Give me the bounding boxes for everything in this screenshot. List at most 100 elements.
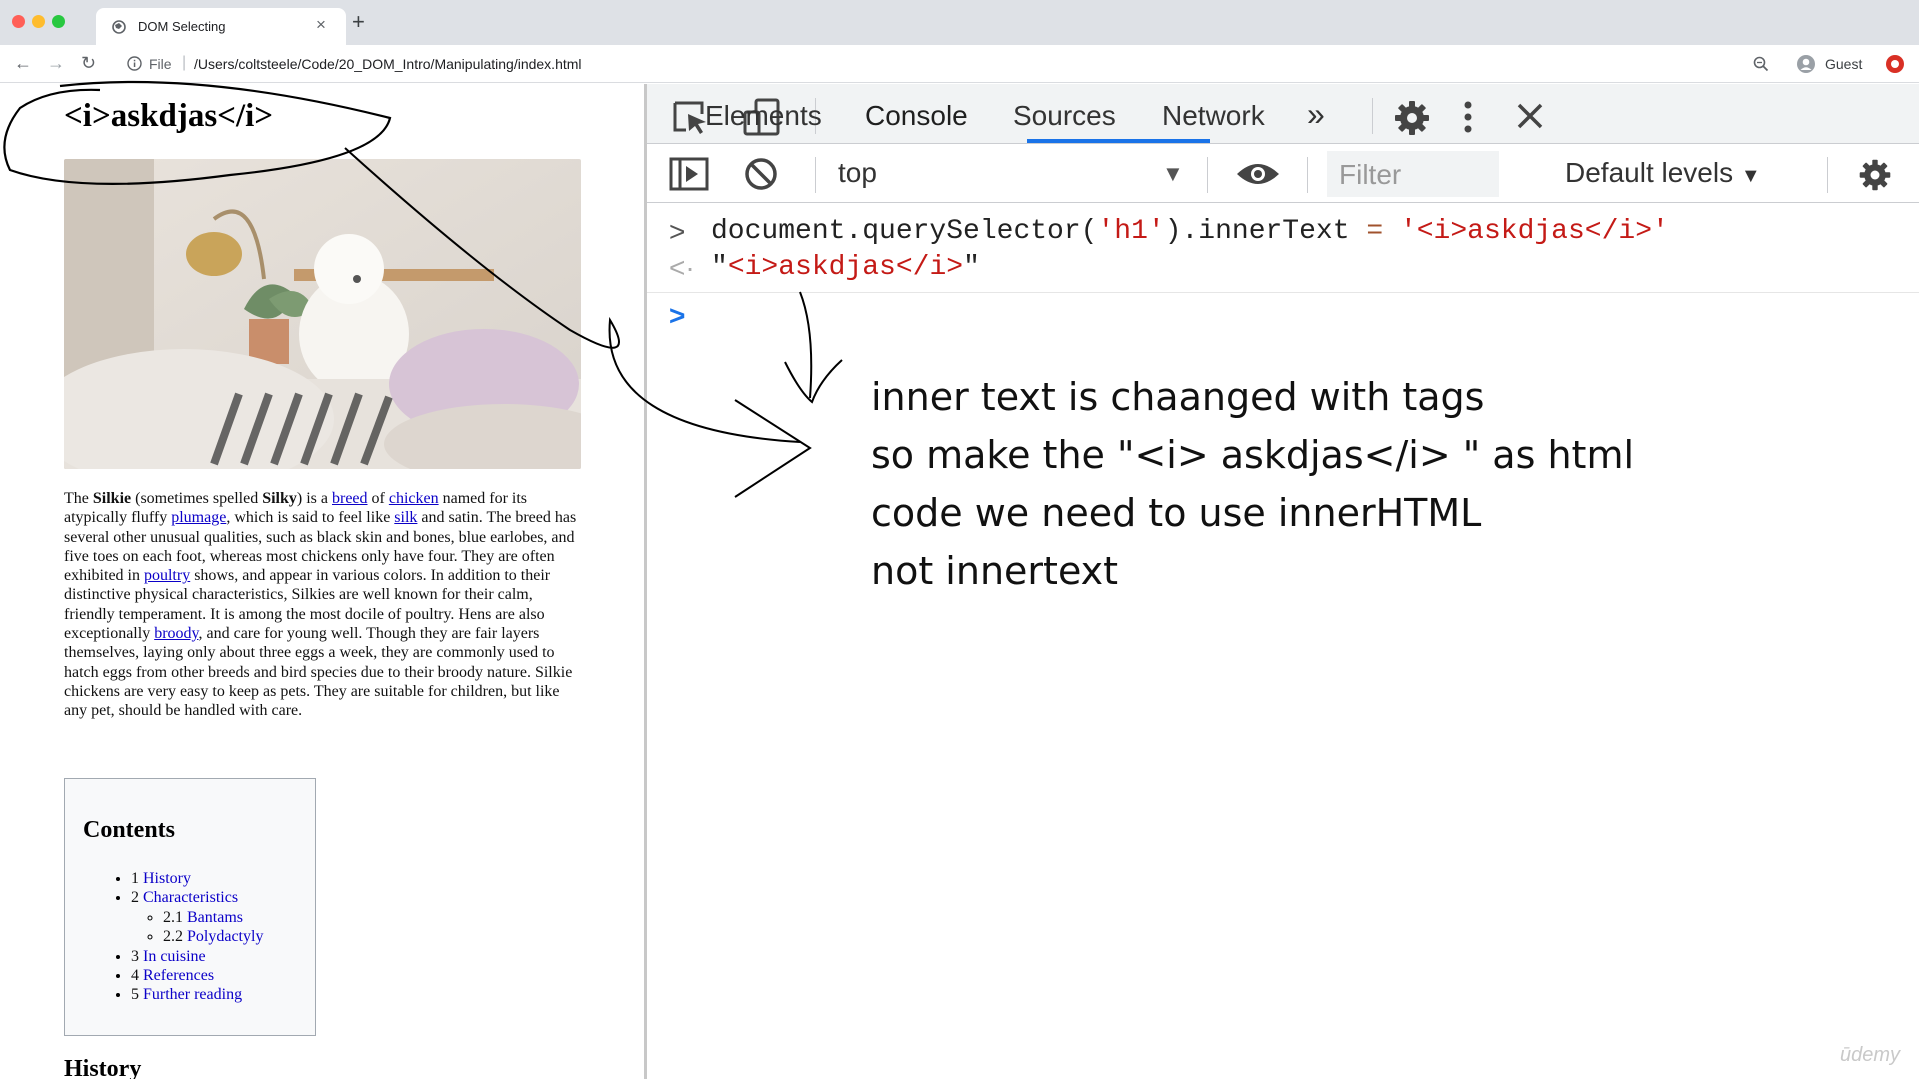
more-tabs-icon[interactable]: » — [1307, 96, 1325, 133]
toc-item[interactable]: 2.1 Bantams — [163, 908, 263, 927]
toc-item[interactable]: 4 References — [131, 966, 263, 985]
toolbar-divider — [1207, 157, 1208, 193]
tab-sources[interactable]: Sources — [1013, 100, 1116, 132]
code-string: 'h1' — [1097, 216, 1165, 247]
globe-icon — [112, 20, 126, 34]
console-settings-gear-icon[interactable] — [1857, 157, 1893, 193]
toc-link[interactable]: Characteristics — [143, 889, 238, 906]
toc-link[interactable]: Polydactyly — [187, 928, 263, 945]
close-window-button[interactable] — [12, 15, 25, 28]
tab-console[interactable]: Console — [865, 100, 968, 132]
tab-close-icon[interactable]: × — [316, 15, 326, 35]
link-chicken[interactable]: chicken — [389, 490, 439, 507]
caret-down-icon: ▼ — [1740, 165, 1761, 187]
new-tab-button[interactable]: + — [352, 10, 365, 34]
toc-number: 3 — [131, 947, 139, 965]
settings-gear-icon[interactable] — [1392, 98, 1432, 138]
web-page: <i>askdjas</i> The Silkie (sometimes spe… — [0, 84, 644, 1079]
code-text: ).innerText — [1164, 216, 1367, 247]
handwritten-annotation-note: inner text is chaanged with tags so make… — [871, 375, 1635, 593]
toc-item[interactable]: 2 Characteristics 2.1 Bantams 2.2 Polyda… — [131, 888, 263, 946]
address-bar-url[interactable]: /Users/coltsteele/Code/20_DOM_Intro/Mani… — [194, 56, 582, 72]
toc-sublist: 2.1 Bantams 2.2 Polydactyly — [131, 908, 263, 947]
forward-arrow-icon[interactable]: → — [47, 53, 65, 73]
link-silk[interactable]: silk — [394, 509, 417, 526]
back-arrow-icon[interactable]: ← — [14, 53, 32, 73]
active-tab-indicator — [1027, 139, 1210, 143]
silkie-chicken-photo — [64, 159, 581, 469]
log-levels-dropdown[interactable]: Default levels ▼ — [1565, 157, 1761, 189]
bold-term: Silkie — [92, 490, 132, 507]
section-heading-history: History — [64, 1056, 142, 1079]
toc-link[interactable]: Bantams — [187, 909, 243, 926]
paragraph-text: The — [64, 490, 93, 507]
tab-elements[interactable]: Elements — [705, 100, 822, 132]
browser-tab-active[interactable]: DOM Selecting × — [96, 8, 346, 45]
paragraph-text: of — [367, 490, 389, 507]
info-icon[interactable] — [127, 56, 142, 71]
tab-title: DOM Selecting — [138, 19, 226, 34]
console-filter-input[interactable]: Filter — [1327, 151, 1499, 197]
bold-term: Silky — [262, 490, 297, 507]
zoom-window-button[interactable] — [52, 15, 65, 28]
result-arrow-icon: <· — [669, 252, 695, 283]
toc-number: 2.1 — [163, 908, 183, 926]
url-separator: | — [182, 54, 187, 71]
table-of-contents: Contents 1 History 2 Characteristics 2.1… — [64, 778, 316, 1036]
toc-item[interactable]: 1 History — [131, 869, 263, 888]
console-command[interactable]: document.querySelector('h1').innerText =… — [711, 216, 1669, 247]
code-text: " — [963, 252, 980, 283]
toc-link[interactable]: Further reading — [143, 986, 242, 1003]
clear-console-icon[interactable] — [744, 157, 778, 191]
browser-tab-strip: DOM Selecting × + — [0, 0, 1919, 45]
console-row-divider — [647, 292, 1919, 293]
tab-network[interactable]: Network — [1162, 100, 1265, 132]
link-poultry[interactable]: poultry — [144, 567, 190, 584]
execution-context-select[interactable]: top — [838, 157, 877, 189]
console-panel[interactable]: > document.querySelector('h1').innerText… — [647, 204, 1919, 1079]
link-broody[interactable]: broody — [154, 625, 198, 642]
toc-number: 1 — [131, 870, 139, 887]
close-devtools-icon[interactable] — [1516, 102, 1544, 130]
toc-link[interactable]: History — [143, 870, 191, 887]
console-result: "<i>askdjas</i>" — [711, 252, 980, 283]
paragraph-text: (sometimes spelled — [131, 490, 263, 507]
console-toolbar: top ▼ Filter Default levels ▼ — [647, 145, 1919, 203]
toolbar-divider — [1827, 157, 1828, 193]
show-sidebar-icon[interactable] — [669, 157, 709, 191]
page-title: <i>askdjas</i> — [64, 98, 274, 134]
zoom-icon[interactable] — [1753, 56, 1769, 72]
toolbar-divider — [815, 157, 816, 193]
code-text: document.querySelector( — [711, 216, 1098, 247]
toc-item[interactable]: 2.2 Polydactyly — [163, 927, 263, 946]
toc-list: 1 History 2 Characteristics 2.1 Bantams … — [131, 869, 263, 1005]
input-prompt-icon: > — [669, 216, 686, 247]
toc-item[interactable]: 5 Further reading — [131, 985, 263, 1004]
link-breed[interactable]: breed — [332, 490, 368, 507]
kebab-menu-icon[interactable] — [1462, 99, 1474, 135]
url-scheme-label: File — [149, 56, 172, 72]
toc-item[interactable]: 3 In cuisine — [131, 947, 263, 966]
toc-number: 4 — [131, 967, 139, 985]
code-string: <i>askdjas</i> — [727, 252, 964, 283]
live-expression-eye-icon[interactable] — [1235, 160, 1281, 188]
toc-number: 2 — [131, 889, 139, 907]
log-levels-label: Default levels — [1565, 157, 1734, 188]
toc-number: 2.2 — [163, 928, 183, 946]
code-text: " — [711, 252, 728, 283]
active-prompt-icon: > — [669, 300, 686, 331]
reload-icon[interactable]: ↻ — [81, 53, 96, 73]
link-plumage[interactable]: plumage — [171, 509, 226, 526]
toc-link[interactable]: In cuisine — [143, 948, 206, 965]
devtools-tab-bar: Elements Console Sources Network » — [647, 84, 1919, 144]
toc-link[interactable]: References — [143, 967, 214, 984]
minimize-window-button[interactable] — [32, 15, 45, 28]
chevron-down-icon[interactable]: ▼ — [1162, 161, 1184, 187]
toolbar-divider — [1372, 98, 1373, 134]
filter-placeholder: Filter — [1339, 159, 1402, 190]
udemy-watermark: ūdemy — [1840, 1044, 1901, 1066]
profile-label[interactable]: Guest — [1825, 56, 1862, 72]
guest-avatar-icon[interactable] — [1796, 54, 1816, 74]
extension-icon[interactable] — [1886, 55, 1904, 73]
toc-number: 5 — [131, 986, 139, 1004]
